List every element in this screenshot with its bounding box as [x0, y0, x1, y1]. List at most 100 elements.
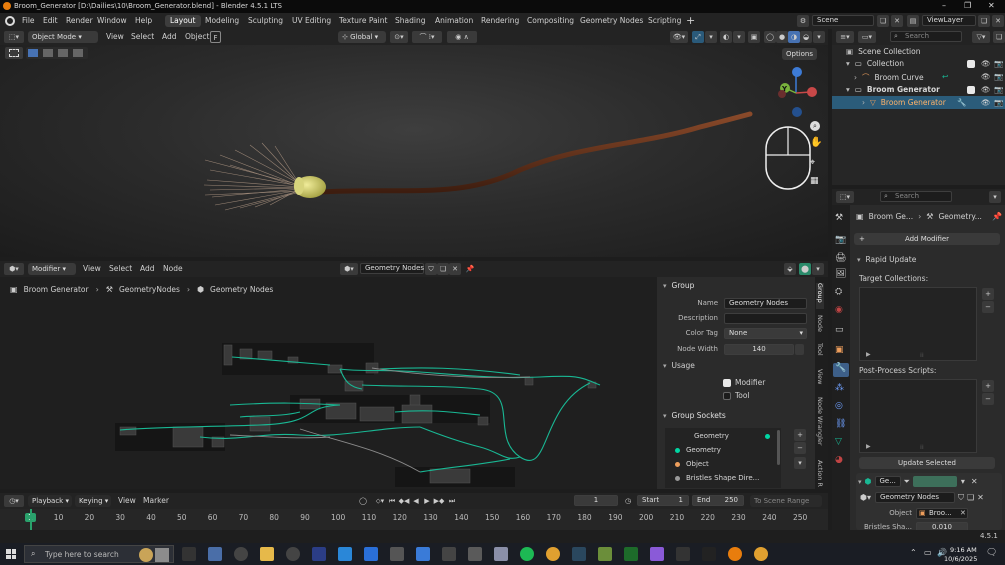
- node-width-reset-icon[interactable]: [795, 344, 804, 355]
- fake-user-shield-icon[interactable]: ⛉: [958, 493, 964, 503]
- new-view-layer-icon[interactable]: ❏: [978, 15, 990, 27]
- remove-script-icon[interactable]: −: [982, 393, 994, 405]
- app-icon-2[interactable]: [338, 547, 352, 561]
- perspective-grid-icon[interactable]: ▦: [810, 176, 819, 186]
- node-menu-node[interactable]: Node: [163, 264, 183, 273]
- shading-rendered-icon[interactable]: ◒: [800, 31, 812, 43]
- start-frame-field[interactable]: Start 1: [637, 495, 689, 506]
- eye-icon[interactable]: 👁: [981, 85, 991, 94]
- app-icon-3[interactable]: [364, 547, 378, 561]
- usage-modifier-checkbox[interactable]: Modifier: [723, 378, 765, 387]
- timeline-menu-view[interactable]: View: [118, 496, 136, 505]
- target-collections-list[interactable]: ▶ ⁞⁞: [859, 287, 977, 361]
- menu-edit[interactable]: Edit: [43, 16, 58, 25]
- workspace-tab-scripting[interactable]: Scripting: [643, 15, 686, 27]
- node-context-dropdown[interactable]: Modifier ▾: [28, 263, 76, 275]
- node-graph[interactable]: [0, 277, 657, 489]
- camera-icon[interactable]: 📷: [994, 85, 1003, 94]
- properties-editor-type-icon[interactable]: ⬚▾: [836, 191, 854, 203]
- usage-tool-checkbox[interactable]: Tool: [723, 391, 750, 400]
- prev-keyframe-icon[interactable]: ◆◀: [398, 495, 410, 507]
- next-keyframe-icon[interactable]: ▶◆: [433, 495, 445, 507]
- filter-icon[interactable]: ▽▾: [972, 31, 990, 43]
- node-overlay-icon[interactable]: ⬙: [784, 263, 796, 275]
- duplicate-tree-icon[interactable]: ❏: [967, 493, 974, 502]
- app-icon-7[interactable]: [494, 547, 508, 561]
- playback-menu[interactable]: Playback ▾: [28, 495, 72, 507]
- app-icon-5[interactable]: [442, 547, 456, 561]
- jump-start-icon[interactable]: ⏮: [386, 495, 398, 507]
- shading-wireframe-icon[interactable]: ◯: [764, 31, 776, 43]
- chevron-down-icon[interactable]: ▾: [858, 478, 862, 486]
- close-icon[interactable]: ✕: [960, 509, 966, 517]
- windows-start-icon[interactable]: [6, 549, 16, 559]
- timeline-editor-type-icon[interactable]: ◷▾: [4, 495, 24, 507]
- workspace-tab-texture-paint[interactable]: Texture Paint: [334, 15, 392, 27]
- pivot-point-icon[interactable]: ⊙▾: [390, 31, 408, 43]
- scene-icon[interactable]: ⚙: [797, 15, 809, 27]
- camera-icon[interactable]: 📷: [994, 98, 1003, 107]
- viewport-menu-select[interactable]: Select: [131, 32, 154, 41]
- tab-node[interactable]: Node: [816, 315, 824, 332]
- app-icon-10[interactable]: [650, 547, 664, 561]
- physics-tab-icon[interactable]: ◎: [835, 401, 843, 411]
- checkbox-unchecked[interactable]: [723, 391, 731, 400]
- tab-view[interactable]: View: [816, 369, 824, 384]
- tab-group[interactable]: Group: [816, 283, 824, 309]
- modifier-node-tree-field[interactable]: Geometry Nodes: [875, 492, 955, 503]
- outliner-search-input[interactable]: Search: [890, 31, 962, 42]
- viewport-menu-view[interactable]: View: [106, 32, 124, 41]
- delete-view-layer-icon[interactable]: ✕: [992, 15, 1004, 27]
- close-icon[interactable]: ✕: [977, 493, 984, 502]
- data-tab-icon[interactable]: ▽: [835, 437, 842, 447]
- pin-icon[interactable]: 📌: [464, 263, 476, 275]
- checkbox-checked[interactable]: [723, 378, 731, 387]
- tab-tool[interactable]: Tool: [816, 343, 824, 356]
- world-tab-icon[interactable]: ◉: [835, 305, 843, 315]
- app-icon-1[interactable]: [234, 547, 248, 561]
- fake-user-shield-icon[interactable]: ⛉: [425, 263, 437, 275]
- xray-icon[interactable]: ▣: [748, 31, 760, 43]
- rapid-update-header[interactable]: ▾ Rapid Update: [857, 255, 916, 264]
- node-snap-dropdown-icon[interactable]: ▾: [812, 263, 824, 275]
- add-modifier-button[interactable]: + Add Modifier: [854, 233, 1000, 245]
- proportional-editing-icon[interactable]: ◉ ∧: [447, 31, 477, 43]
- resize-handle-icon[interactable]: ⁞⁞: [920, 444, 924, 451]
- taskbar-search[interactable]: ⌕ Type here to search: [24, 545, 174, 563]
- camera-icon[interactable]: 📷: [994, 72, 1003, 81]
- play-icon[interactable]: ▶: [421, 495, 433, 507]
- workspace-tab-modeling[interactable]: Modeling: [200, 15, 244, 27]
- workspace-tab-rendering[interactable]: Rendering: [476, 15, 524, 27]
- new-collection-icon[interactable]: ❏: [993, 31, 1005, 43]
- tab-node-wrangler[interactable]: Node Wrangler: [816, 397, 824, 446]
- properties-options-icon[interactable]: ▾: [989, 191, 1001, 203]
- close-icon[interactable]: ✕: [988, 1, 995, 10]
- collection-tab-icon[interactable]: ▭: [835, 325, 844, 335]
- menu-help[interactable]: Help: [135, 16, 152, 25]
- socket-list-scrollbar[interactable]: [777, 430, 780, 465]
- render-tab-icon[interactable]: 📷: [835, 235, 846, 245]
- gizmo-toggle-icon[interactable]: ⤢: [692, 31, 704, 43]
- outliner-row-collection[interactable]: ▾ ▭ Collection 👁 📷: [846, 59, 1004, 68]
- eye-icon[interactable]: 👁: [981, 98, 991, 107]
- node-tree-browse-icon[interactable]: ⬢▾: [340, 263, 358, 275]
- node-menu-add[interactable]: Add: [140, 264, 155, 273]
- file-explorer-icon[interactable]: [260, 547, 274, 561]
- workspace-tab-geometry-nodes[interactable]: Geometry Nodes: [575, 15, 648, 27]
- view-layer-tab-icon[interactable]: 🖼: [835, 269, 846, 279]
- outliner-row-scene-collection[interactable]: ▣ Scene Collection: [846, 47, 920, 56]
- color-tag-dropdown[interactable]: None ▾: [724, 328, 807, 339]
- shading-solid-icon[interactable]: ●: [776, 31, 788, 43]
- spotify-icon[interactable]: [520, 547, 534, 561]
- app-icon-4[interactable]: [416, 547, 430, 561]
- group-sockets-header[interactable]: ▾ Group Sockets: [663, 411, 726, 420]
- view-layer-selector[interactable]: ViewLayer: [922, 15, 976, 26]
- notification-icon[interactable]: 🗨: [986, 548, 997, 558]
- chevron-down-icon[interactable]: ▾: [961, 477, 965, 486]
- app-icon-6[interactable]: [468, 547, 482, 561]
- node-width-field[interactable]: 140: [724, 344, 794, 355]
- node-snap-icon[interactable]: ⬤: [799, 263, 811, 275]
- remove-socket-icon[interactable]: −: [794, 442, 806, 454]
- add-socket-icon[interactable]: +: [794, 429, 806, 441]
- workspace-tab-shading[interactable]: Shading: [390, 15, 430, 27]
